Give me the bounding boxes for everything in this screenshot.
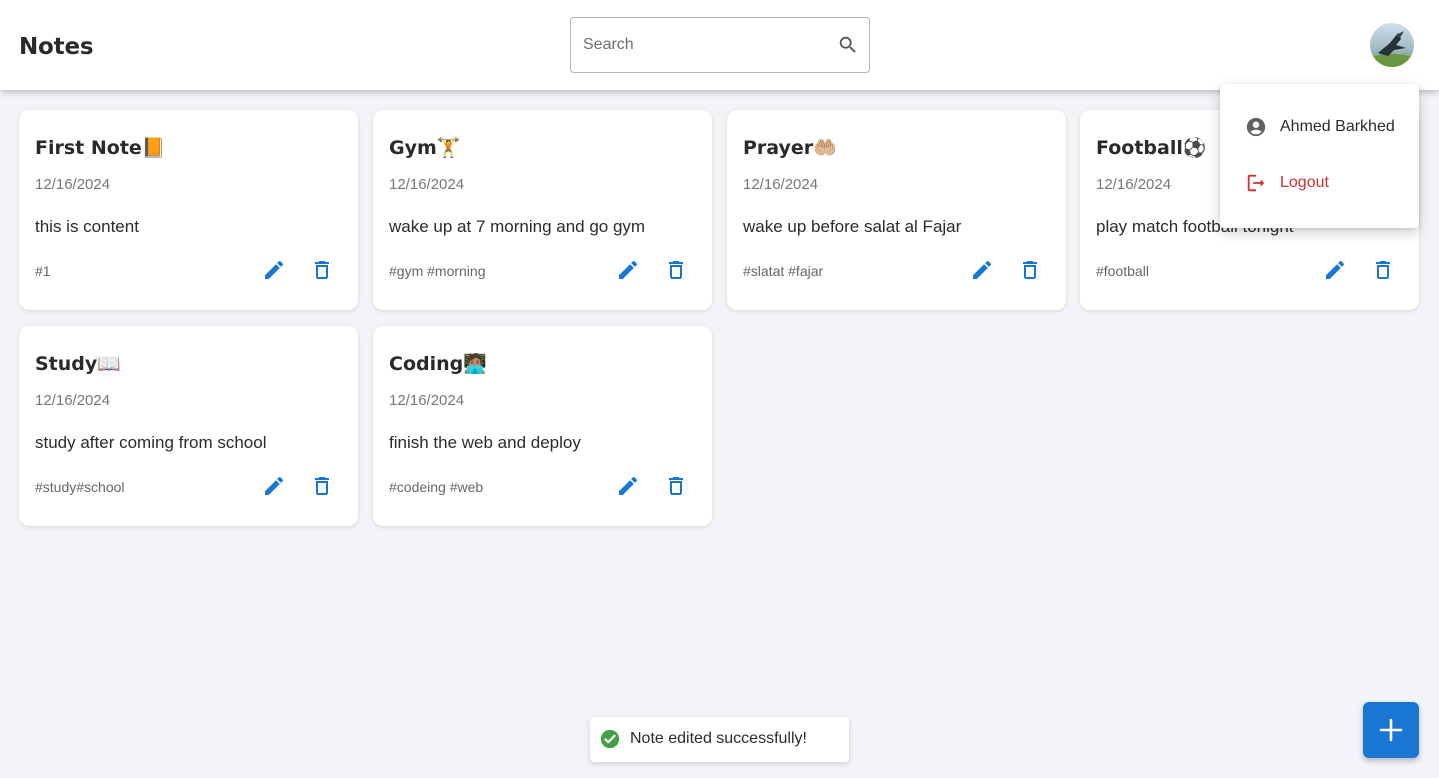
note-title: First Note📙 (35, 137, 166, 159)
note-content: wake up at 7 morning and go gym (389, 217, 646, 236)
note-tags: #1 (35, 263, 51, 279)
note-title: Study📖 (35, 353, 121, 375)
note-tags: #gym #morning (389, 263, 486, 279)
note-title: Prayer🤲🏼 (743, 137, 837, 159)
search-icon[interactable] (837, 34, 859, 56)
note-title: Football⚽ (1096, 137, 1207, 159)
note-title: Coding🧑🏽‍💻 (389, 353, 487, 375)
note-content: study after coming from school (35, 433, 267, 452)
note-title: Gym🏋️ (389, 137, 461, 159)
note-tags: #football (1096, 263, 1149, 279)
note-card: First Note📙 12/16/2024 this is content #… (19, 110, 358, 310)
logout-label: Logout (1280, 174, 1329, 191)
search-input[interactable] (583, 18, 833, 72)
trash-icon[interactable] (310, 258, 334, 282)
note-date: 12/16/2024 (1096, 176, 1172, 193)
menu-item-profile[interactable]: Ahmed Barkhed (1220, 105, 1419, 149)
avatar-image (1370, 23, 1414, 67)
success-toast: Note edited successfully! (590, 717, 849, 762)
pencil-icon[interactable] (262, 474, 286, 498)
account-circle-icon (1246, 117, 1266, 137)
toast-message: Note edited successfully! (630, 730, 807, 747)
plus-icon (1379, 718, 1403, 742)
add-note-button[interactable] (1363, 702, 1419, 758)
menu-item-logout[interactable]: Logout (1220, 161, 1419, 205)
logout-icon (1247, 174, 1265, 192)
note-card: Study📖 12/16/2024 study after coming fro… (19, 326, 358, 526)
trash-icon[interactable] (664, 474, 688, 498)
app-title: Notes (19, 34, 94, 60)
note-tags: #slatat #fajar (743, 263, 824, 279)
note-date: 12/16/2024 (389, 176, 465, 193)
trash-icon[interactable] (1018, 258, 1042, 282)
pencil-icon[interactable] (616, 258, 640, 282)
pencil-icon[interactable] (1323, 258, 1347, 282)
note-date: 12/16/2024 (743, 176, 819, 193)
note-card: Gym🏋️ 12/16/2024 wake up at 7 morning an… (373, 110, 712, 310)
note-tags: #codeing #web (389, 479, 484, 495)
note-content: wake up before salat al Fajar (743, 217, 962, 236)
note-date: 12/16/2024 (35, 176, 111, 193)
note-date: 12/16/2024 (389, 392, 465, 409)
note-content: this is content (35, 217, 139, 236)
note-tags: #study#school (35, 479, 125, 495)
note-card: Coding🧑🏽‍💻 12/16/2024 finish the web and… (373, 326, 712, 526)
pencil-icon[interactable] (262, 258, 286, 282)
check-circle-icon (600, 729, 620, 749)
trash-icon[interactable] (1371, 258, 1395, 282)
app-header: Notes (0, 0, 1439, 90)
user-avatar[interactable] (1370, 23, 1414, 67)
username-label: Ahmed Barkhed (1280, 118, 1395, 135)
user-menu: Ahmed Barkhed Logout (1220, 84, 1419, 228)
note-content: finish the web and deploy (389, 433, 581, 452)
pencil-icon[interactable] (616, 474, 640, 498)
note-card: Prayer🤲🏼 12/16/2024 wake up before salat… (727, 110, 1066, 310)
pencil-icon[interactable] (970, 258, 994, 282)
trash-icon[interactable] (664, 258, 688, 282)
search-field[interactable] (570, 17, 870, 73)
note-date: 12/16/2024 (35, 392, 111, 409)
trash-icon[interactable] (310, 474, 334, 498)
